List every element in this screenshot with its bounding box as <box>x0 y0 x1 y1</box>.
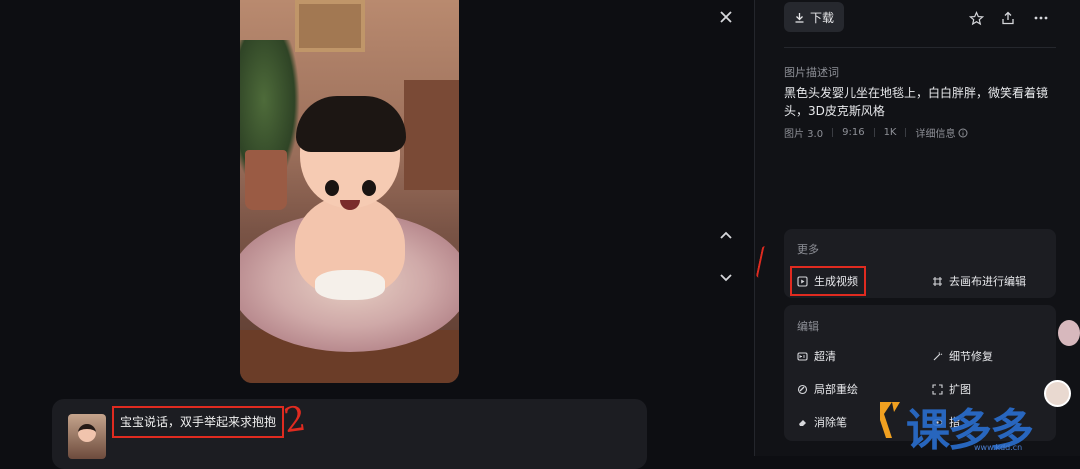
picture-frame <box>295 0 365 52</box>
eraser-icon <box>799 419 806 426</box>
share-icon[interactable] <box>998 8 1018 28</box>
meta-resolution: 1K <box>883 127 897 138</box>
image-meta: 图片 3.0 9:16 1K 详细信息 <box>784 125 968 140</box>
annotation-box-generate-video <box>790 266 866 296</box>
canvas-edit-label: 去画布进行编辑 <box>949 275 1026 288</box>
canvas-edit-button[interactable]: 去画布进行编辑 <box>932 273 1026 289</box>
meta-separator <box>905 128 907 137</box>
toolbar-divider <box>784 47 1056 48</box>
prompt-text: 宝宝说话，双手举起来求抱抱 <box>112 406 284 438</box>
detail-repair-button[interactable]: 细节修复 <box>932 348 993 364</box>
assistant-avatar[interactable] <box>1058 320 1080 346</box>
upscale-button[interactable]: 超清 <box>797 348 836 364</box>
close-icon[interactable] <box>716 7 736 27</box>
inpaint-label: 局部重绘 <box>814 383 858 396</box>
brush-icon <box>797 384 808 394</box>
info-icon <box>958 128 968 137</box>
meta-separator <box>832 128 834 137</box>
baby-hair <box>296 96 406 152</box>
eraser-label: 消除笔 <box>814 416 847 429</box>
canvas-icon <box>933 276 942 286</box>
cabinet <box>404 80 459 190</box>
generated-image <box>240 0 459 383</box>
meta-ratio: 9:16 <box>842 127 865 138</box>
baby-eye-left <box>325 180 339 196</box>
baby-diaper <box>315 270 385 300</box>
prompt-thumbnail[interactable] <box>68 414 106 459</box>
thumbnail-baby <box>78 424 96 442</box>
description-label: 图片描述词 <box>784 66 839 79</box>
flower-pot <box>245 150 287 210</box>
upscale-label: 超清 <box>814 350 836 363</box>
detail-repair-label: 细节修复 <box>949 350 993 363</box>
inpaint-button[interactable]: 局部重绘 <box>797 381 858 397</box>
chevron-up-icon[interactable] <box>716 225 736 245</box>
watermark-url: www.kdd.cn <box>974 443 1023 452</box>
download-label: 下载 <box>809 10 834 25</box>
baby-eye-right <box>362 180 376 196</box>
meta-separator <box>873 128 875 137</box>
more-icon[interactable] <box>1031 8 1051 28</box>
edit-section-title: 编辑 <box>797 320 819 333</box>
download-button[interactable]: 下载 <box>784 2 844 32</box>
meta-model: 图片 3.0 <box>784 129 824 140</box>
more-section-title: 更多 <box>797 243 819 256</box>
chevron-down-icon[interactable] <box>716 268 736 288</box>
expand-icon <box>932 383 943 395</box>
user-avatar[interactable] <box>1044 380 1071 407</box>
watermark-logo <box>880 402 900 438</box>
wand-icon <box>933 351 943 360</box>
eraser-button[interactable]: 消除笔 <box>797 414 847 430</box>
hd-icon <box>797 351 808 361</box>
meta-details-link[interactable]: 详细信息 <box>915 125 955 140</box>
description-text: 黑色头发婴儿坐在地毯上，白白胖胖，微笑看着镜头，3D皮克斯风格 <box>784 86 1049 118</box>
download-icon <box>795 12 804 23</box>
star-icon[interactable] <box>966 8 986 28</box>
